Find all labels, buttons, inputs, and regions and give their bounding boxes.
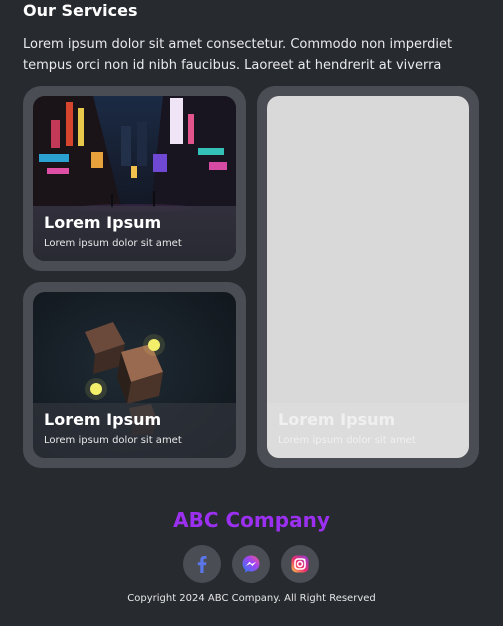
service-card-frame: Lorem Ipsum Lorem ipsum dolor sit amet [23, 86, 246, 271]
card-caption: Lorem Ipsum Lorem ipsum dolor sit amet [33, 403, 236, 458]
footer-brand: ABC Company [173, 508, 330, 532]
service-card-frame: Lorem Ipsum Lorem ipsum dolor sit amet [257, 86, 479, 468]
card-title: Lorem Ipsum [44, 213, 162, 232]
copyright-text: Copyright 2024 ABC Company. All Right Re… [127, 593, 376, 604]
facebook-icon [197, 556, 207, 573]
card-subtitle: Lorem ipsum dolor sit amet [278, 435, 416, 446]
service-card-frame: Lorem Ipsum Lorem ipsum dolor sit amet [23, 282, 246, 468]
services-description: Lorem ipsum dolor sit amet consectetur. … [23, 37, 453, 73]
card-title: Lorem Ipsum [44, 410, 162, 429]
messenger-icon [242, 555, 260, 573]
card-caption: Lorem Ipsum Lorem ipsum dolor sit amet [33, 206, 236, 261]
service-card-placeholder[interactable]: Lorem Ipsum Lorem ipsum dolor sit amet [267, 96, 469, 458]
instagram-button[interactable] [281, 545, 319, 583]
card-caption: Lorem Ipsum Lorem ipsum dolor sit amet [267, 403, 469, 458]
messenger-button[interactable] [232, 545, 270, 583]
card-subtitle: Lorem ipsum dolor sit amet [44, 435, 182, 446]
service-card-city[interactable]: Lorem Ipsum Lorem ipsum dolor sit amet [33, 96, 236, 261]
social-links [183, 545, 319, 583]
service-card-cubes[interactable]: Lorem Ipsum Lorem ipsum dolor sit amet [33, 292, 236, 458]
card-subtitle: Lorem ipsum dolor sit amet [44, 238, 182, 249]
facebook-button[interactable] [183, 545, 221, 583]
card-title: Lorem Ipsum [278, 410, 396, 429]
instagram-icon [291, 555, 309, 573]
services-title: Our Services [23, 1, 138, 20]
